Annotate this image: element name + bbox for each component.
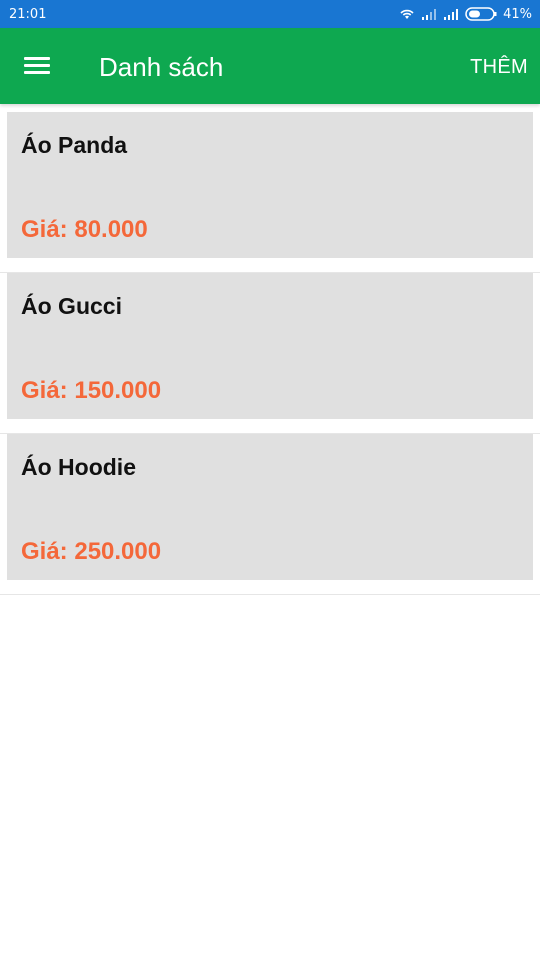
signal-icon [421, 8, 437, 20]
list-item: Áo Hoodie Giá: 250.000 [0, 434, 540, 595]
product-card[interactable]: Áo Panda Giá: 80.000 [7, 112, 533, 258]
product-price: Giá: 150.000 [21, 377, 162, 404]
wifi-icon [399, 8, 415, 20]
list-item: Áo Panda Giá: 80.000 [0, 112, 540, 273]
battery-percentage: 41% [503, 6, 532, 22]
list-item: Áo Gucci Giá: 150.000 [0, 273, 540, 434]
add-button[interactable]: THÊM [470, 54, 528, 80]
product-card[interactable]: Áo Hoodie Giá: 250.000 [7, 434, 533, 580]
product-list: Áo Panda Giá: 80.000 Áo Gucci Giá: 150.0… [0, 104, 540, 595]
product-card[interactable]: Áo Gucci Giá: 150.000 [7, 273, 533, 419]
product-price: Giá: 250.000 [21, 538, 162, 565]
product-name: Áo Hoodie [21, 454, 136, 480]
page-title: Danh sách [99, 52, 224, 82]
product-price: Giá: 80.000 [21, 216, 148, 243]
menu-icon[interactable] [24, 54, 52, 76]
product-name: Áo Gucci [21, 293, 122, 319]
status-icons: 41% [399, 7, 532, 22]
status-bar: 21:01 41% [0, 0, 540, 28]
battery-icon [465, 7, 497, 21]
app-bar: Danh sách THÊM [0, 28, 540, 104]
signal-icon [443, 8, 459, 20]
status-time: 21:01 [9, 6, 47, 22]
product-name: Áo Panda [21, 132, 128, 158]
